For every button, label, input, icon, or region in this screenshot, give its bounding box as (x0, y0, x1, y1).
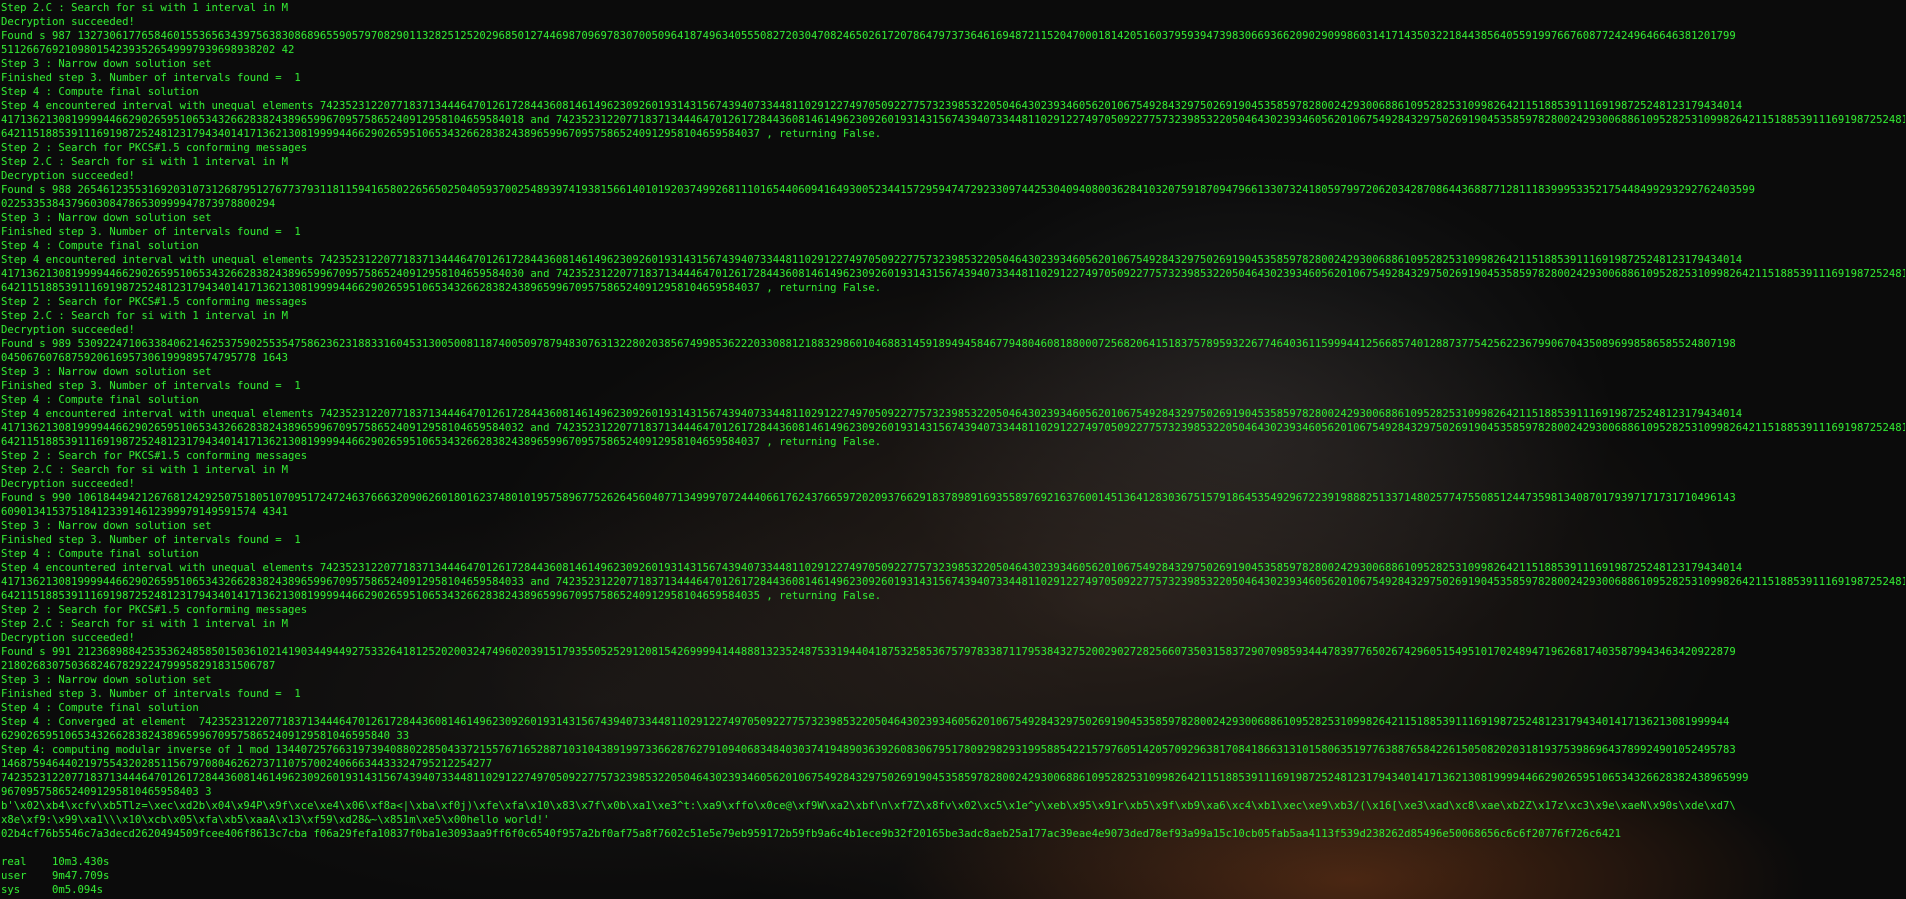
terminal-line: Step 2.C : Search for si with 1 interval… (1, 464, 289, 476)
terminal-line: Found s 990 1061844942126768124292507518… (1, 492, 1736, 504)
terminal-line: Step 4 encountered interval with unequal… (1, 100, 1743, 112)
terminal-line: 6421151885391116919872524812317943401417… (1, 436, 882, 448)
terminal-line: Step 3 : Narrow down solution set (1, 58, 212, 70)
terminal-line: Decryption succeeded! (1, 324, 135, 336)
terminal-line: Step 4 : Converged at element 7423523122… (1, 716, 1730, 728)
terminal-line: Decryption succeeded! (1, 478, 135, 490)
terminal-line: x8e\xf9:\x99\xa1\\\x10\xcb\x05\xfa\xb5\x… (1, 814, 550, 826)
terminal-line: user 9m47.709s (1, 870, 110, 882)
terminal-window[interactable]: Step 2.C : Search for si with 1 interval… (0, 0, 1906, 899)
terminal-line: Step 4 encountered interval with unequal… (1, 254, 1743, 266)
terminal-line: Found s 989 5309224710633840621462537590… (1, 338, 1736, 350)
terminal-line: Finished step 3. Number of intervals fou… (1, 380, 301, 392)
terminal-line: 5112667692109801542393526549997939698938… (1, 44, 295, 56)
terminal-line: Step 4 : Compute final solution (1, 702, 199, 714)
terminal-line: Found s 991 2123689884253536248585015036… (1, 646, 1736, 658)
terminal-line: 6090134153751841233914612399979149591574… (1, 506, 289, 518)
terminal-line: Found s 988 2654612355316920310731268795… (1, 184, 1755, 196)
terminal-line: 4171362130819999446629026595106534326628… (1, 422, 1905, 434)
terminal-line: 6421151885391116919872524812317943401417… (1, 590, 882, 602)
terminal-output: Step 2.C : Search for si with 1 interval… (1, 1, 1905, 897)
terminal-line: Step 4 : Compute final solution (1, 86, 199, 98)
terminal-line: Step 3 : Narrow down solution set (1, 212, 212, 224)
terminal-line: Step 3 : Narrow down solution set (1, 520, 212, 532)
terminal-line: Step 2 : Search for PKCS#1.5 conforming … (1, 604, 308, 616)
terminal-line: Step 4 encountered interval with unequal… (1, 408, 1743, 420)
terminal-line: 6421151885391116919872524812317943401417… (1, 128, 882, 140)
terminal-line: Finished step 3. Number of intervals fou… (1, 534, 301, 546)
terminal-line: Step 2.C : Search for si with 1 interval… (1, 2, 289, 14)
terminal-line: b'\x02\xb4\xcfv\xb5Tlz=\xec\xd2b\x04\x94… (1, 800, 1736, 812)
terminal-line: real 10m3.430s (1, 856, 110, 868)
terminal-line: 4171362130819999446629026595106534326628… (1, 576, 1905, 588)
terminal-line: Step 4 : Compute final solution (1, 240, 199, 252)
terminal-line: Step 2.C : Search for si with 1 interval… (1, 618, 289, 630)
terminal-line: 6290265951065343266283824389659967095758… (1, 730, 410, 742)
terminal-line: Step 4 : Compute final solution (1, 394, 199, 406)
terminal-line: Step 2.C : Search for si with 1 interval… (1, 310, 289, 322)
terminal-line: 4171362130819999446629026595106534326628… (1, 268, 1905, 280)
terminal-line: 0450676076875920616957306199989574795778… (1, 352, 289, 364)
terminal-line: 02b4cf76b5546c7a3decd2620494509fcee406f8… (1, 828, 1622, 840)
terminal-line: Finished step 3. Number of intervals fou… (1, 226, 301, 238)
terminal-line: Decryption succeeded! (1, 632, 135, 644)
terminal-line: Step 4: computing modular inverse of 1 m… (1, 744, 1736, 756)
terminal-line: Step 3 : Narrow down solution set (1, 674, 212, 686)
terminal-line: 6421151885391116919872524812317943401417… (1, 282, 882, 294)
terminal-line: 4171362130819999446629026595106534326628… (1, 114, 1905, 126)
terminal-line: Decryption succeeded! (1, 16, 135, 28)
terminal-line: 7423523122077183713444647012617284436081… (1, 772, 1749, 784)
terminal-line: Step 2 : Search for PKCS#1.5 conforming … (1, 450, 308, 462)
terminal-line: Step 2 : Search for PKCS#1.5 conforming … (1, 296, 308, 308)
terminal-line: Step 2 : Search for PKCS#1.5 conforming … (1, 142, 308, 154)
terminal-line: Step 4 encountered interval with unequal… (1, 562, 1743, 574)
terminal-line: Step 4 : Compute final solution (1, 548, 199, 560)
terminal-line: 2180268307503682467829224799958291831506… (1, 660, 276, 672)
terminal-line: Decryption succeeded! (1, 170, 135, 182)
terminal-line: Finished step 3. Number of intervals fou… (1, 688, 301, 700)
terminal-line: 0225335384379603084786530999947873978800… (1, 198, 276, 210)
terminal-line: sys 0m5.094s (1, 884, 104, 896)
terminal-line: Step 3 : Narrow down solution set (1, 366, 212, 378)
terminal-line: Finished step 3. Number of intervals fou… (1, 72, 301, 84)
terminal-line: 1468759464402197554320285115679708046262… (1, 758, 493, 770)
terminal-line: Step 2.C : Search for si with 1 interval… (1, 156, 289, 168)
terminal-line: 9670957586524091295810465958403 3 (1, 786, 212, 798)
terminal-line: Found s 987 1327306177658460155365634397… (1, 30, 1736, 42)
